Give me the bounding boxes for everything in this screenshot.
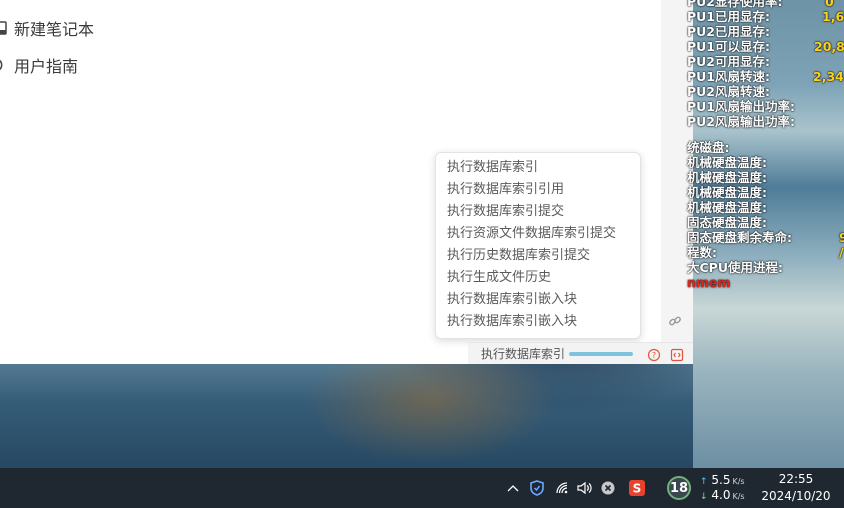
upload-speed: ↑ 5.5 K/s — [700, 473, 745, 487]
hw-row: 统磁盘: — [687, 140, 730, 155]
hw-row: PU2已用显存: — [687, 24, 771, 39]
link-icon[interactable] — [668, 313, 682, 332]
question-icon[interactable]: ? — [647, 347, 661, 366]
shield-icon[interactable] — [527, 468, 547, 508]
hw-row: 机械硬盘温度: — [687, 170, 767, 185]
hw-row: 机械硬盘温度: — [687, 200, 767, 215]
hw-row: PU1已用显存:1,66 — [687, 9, 844, 24]
hw-row: PU2显存使用率: 0 — [687, 0, 834, 9]
hw-row: 固态硬盘温度: — [687, 215, 767, 230]
popup-item[interactable]: 执行数据库索引引用 — [436, 179, 640, 201]
badge-value: 18 — [667, 476, 691, 500]
taskbar: S 18 ↑ 5.5 K/s ↓ 4.0 K/s 22:55 2024/10/20 — [0, 468, 844, 508]
svg-text:?: ? — [652, 351, 656, 360]
hw-row: 大CPU使用进程: — [687, 260, 783, 275]
app-window: 新建笔记本 用户指南 执行数据库索引 执行数据库索引引用 执行数据库索引提交 执… — [0, 0, 693, 364]
network-speed: ↑ 5.5 K/s ↓ 4.0 K/s — [700, 473, 760, 503]
hw-row: PU2风扇输出功率: — [687, 114, 796, 129]
hw-row: PU1风扇输出功率: — [687, 99, 796, 114]
hw-top-process: nmem — [687, 275, 731, 290]
help-circle-icon — [0, 57, 8, 73]
status-progress-bar — [569, 351, 634, 356]
popup-item[interactable]: 执行生成文件历史 — [436, 267, 640, 289]
chevron-up-icon[interactable] — [503, 468, 523, 508]
wifi-icon[interactable] — [552, 468, 572, 508]
hw-row: PU1风扇转速:2,344 — [687, 69, 844, 84]
popup-item[interactable]: 执行数据库索引嵌入块 — [436, 289, 640, 311]
menu-item-label: 新建笔记本 — [14, 20, 95, 39]
hw-row: PU2风扇转速: — [687, 84, 771, 99]
status-bar: 执行数据库索引 ? — [468, 342, 693, 364]
menu-item-label: 用户指南 — [14, 57, 79, 76]
close-circle-icon[interactable] — [598, 468, 618, 508]
status-task-label: 执行数据库索引 — [481, 347, 566, 361]
task-popup-list: 执行数据库索引 执行数据库索引引用 执行数据库索引提交 执行资源文件数据库索引提… — [435, 152, 641, 339]
temperature-badge[interactable]: 18 — [666, 468, 692, 508]
popup-item[interactable]: 执行数据库索引 — [436, 157, 640, 179]
taskbar-clock[interactable]: 22:55 2024/10/20 — [756, 471, 836, 505]
popup-item[interactable]: 执行数据库索引提交 — [436, 201, 640, 223]
download-speed: ↓ 4.0 K/s — [700, 488, 745, 502]
menu-item-new-notebook[interactable]: 新建笔记本 — [0, 16, 94, 40]
hw-row: 程数: / — [687, 245, 844, 260]
clock-time: 22:55 — [778, 472, 814, 486]
hw-row: 机械硬盘温度: — [687, 155, 767, 170]
hw-row: PU2可用显存: — [687, 54, 771, 69]
volume-icon[interactable] — [575, 468, 595, 508]
popup-item[interactable]: 执行资源文件数据库索引提交 — [436, 223, 640, 245]
status-progress-fill — [569, 351, 634, 356]
hw-row: 固态硬盘剩余寿命: 9 — [687, 230, 844, 245]
hardware-monitor-overlay: PU2显存使用率:0 PU1已用显存:1,66 PU2已用显存: PU1可以显存… — [687, 0, 844, 290]
sogou-input-icon[interactable]: S — [627, 468, 647, 508]
popup-item[interactable]: 执行历史数据库索引提交 — [436, 245, 640, 267]
notebook-icon — [0, 20, 8, 36]
hw-row: PU1可以显存:20,86 — [687, 39, 844, 54]
menu-item-user-guide[interactable]: 用户指南 — [0, 53, 78, 77]
popup-item[interactable]: 执行数据库索引嵌入块 — [436, 311, 640, 333]
hw-row: 机械硬盘温度: — [687, 185, 767, 200]
code-panel-icon[interactable] — [670, 347, 684, 366]
clock-date: 2024/10/20 — [761, 489, 831, 503]
svg-text:S: S — [633, 482, 642, 496]
